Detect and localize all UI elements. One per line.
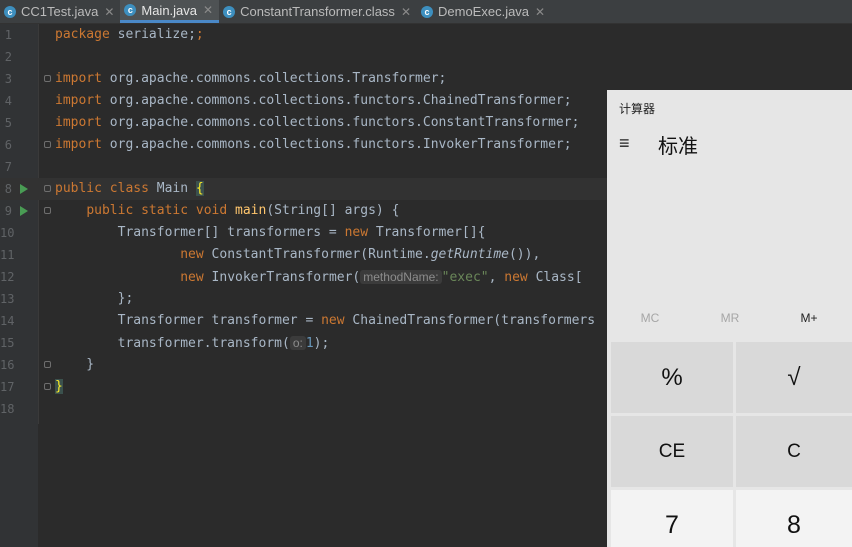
tab-constanttransformer[interactable]: c ConstantTransformer.class ✕: [219, 0, 417, 23]
line-number: 2: [4, 50, 12, 64]
line-number: 12: [0, 270, 15, 284]
line-number: 17: [0, 380, 15, 394]
fold-icon[interactable]: [44, 141, 51, 148]
run-icon[interactable]: [20, 206, 28, 216]
code-line[interactable]: 3 import org.apache.commons.collections.…: [0, 68, 852, 90]
fold-icon[interactable]: [44, 75, 51, 82]
line-number: 13: [0, 292, 15, 306]
line-number: 5: [4, 116, 12, 130]
line-number: 1: [4, 28, 12, 42]
hamburger-menu-icon[interactable]: ≡: [619, 134, 630, 152]
calculator-window[interactable]: 计算器 ≡ 标准 MC MR M+ % √ CE C 7 8: [607, 90, 852, 547]
line-number: 7: [4, 160, 12, 174]
tab-label: DemoExec.java: [438, 4, 530, 19]
fold-icon[interactable]: [44, 361, 51, 368]
close-icon[interactable]: ✕: [104, 5, 114, 19]
digit-8-button[interactable]: 8: [736, 490, 852, 547]
tab-cc1test[interactable]: c CC1Test.java ✕: [0, 0, 120, 23]
line-number: 3: [4, 72, 12, 86]
line-number: 4: [4, 94, 12, 108]
line-number: 6: [4, 138, 12, 152]
fold-icon[interactable]: [44, 383, 51, 390]
line-number: 9: [4, 204, 12, 218]
close-icon[interactable]: ✕: [203, 3, 213, 17]
line-number: 18: [0, 402, 15, 416]
parameter-hint: methodName:: [360, 270, 442, 284]
line-number: 11: [0, 248, 15, 262]
memory-recall-button[interactable]: MR: [700, 311, 760, 325]
line-number: 16: [0, 358, 15, 372]
clear-entry-button[interactable]: CE: [611, 416, 733, 487]
line-number: 14: [0, 314, 15, 328]
tab-label: ConstantTransformer.class: [240, 4, 395, 19]
java-class-icon: c: [223, 5, 236, 18]
memory-add-button[interactable]: M+: [779, 311, 839, 325]
editor-tab-bar: c CC1Test.java ✕ c Main.java ✕ c Constan…: [0, 0, 852, 24]
fold-icon[interactable]: [44, 185, 51, 192]
java-class-icon: c: [421, 5, 433, 18]
code-line[interactable]: 1 package serialize;;: [0, 24, 852, 46]
calculator-title: 计算器: [619, 102, 656, 116]
run-icon[interactable]: [20, 184, 28, 194]
fold-icon[interactable]: [44, 207, 51, 214]
java-class-icon: c: [124, 4, 137, 16]
percent-button[interactable]: %: [611, 342, 733, 413]
code-line[interactable]: 2: [0, 46, 852, 68]
calculator-mode-label: 标准: [658, 136, 698, 158]
square-root-button[interactable]: √: [736, 342, 852, 413]
memory-clear-button[interactable]: MC: [620, 311, 680, 325]
digit-7-button[interactable]: 7: [611, 490, 733, 547]
tab-label: CC1Test.java: [21, 4, 99, 19]
java-class-icon: c: [4, 5, 16, 18]
parameter-hint: o:: [289, 336, 306, 350]
tab-demoexec[interactable]: c DemoExec.java ✕: [417, 0, 551, 23]
tab-main[interactable]: c Main.java ✕: [120, 0, 220, 23]
clear-button[interactable]: C: [736, 416, 852, 487]
tab-label: Main.java: [141, 2, 198, 18]
line-number: 10: [0, 226, 15, 240]
close-icon[interactable]: ✕: [535, 5, 545, 19]
close-icon[interactable]: ✕: [401, 5, 411, 19]
line-number: 15: [0, 336, 15, 350]
line-number: 8: [4, 182, 12, 196]
